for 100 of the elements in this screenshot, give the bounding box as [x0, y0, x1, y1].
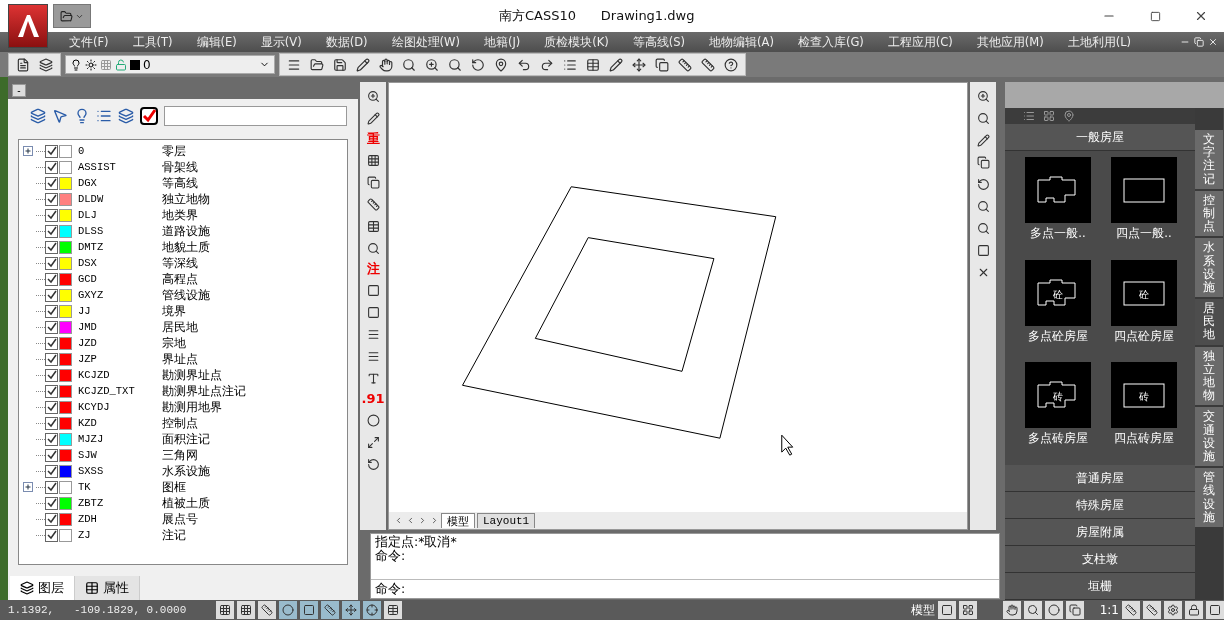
restore-icon[interactable] — [1194, 37, 1204, 47]
menu-item[interactable]: 工具(T) — [125, 34, 180, 50]
list-view-icon[interactable] — [1023, 110, 1035, 122]
menu-item[interactable]: 编辑(E) — [189, 34, 244, 50]
status-toggle[interactable] — [384, 601, 402, 619]
status-button[interactable] — [1143, 601, 1161, 619]
status-button[interactable] — [1206, 601, 1224, 619]
side-tab[interactable]: 居民地 — [1195, 299, 1223, 345]
layer-checkbox[interactable] — [45, 384, 58, 398]
menu-item[interactable]: 工程应用(C) — [880, 34, 960, 50]
layer-dropdown[interactable]: 0 — [65, 55, 275, 74]
annotation-scale-button[interactable]: 1:1 — [1099, 603, 1119, 617]
layer-checkbox[interactable] — [45, 256, 58, 270]
menu-item[interactable]: 显示(V) — [253, 34, 309, 50]
layout-button[interactable] — [958, 601, 977, 619]
navigation-button[interactable] — [1044, 601, 1063, 619]
layer-tool-button[interactable] — [118, 106, 134, 126]
building-thumbnail[interactable] — [1111, 157, 1177, 223]
layer-checkbox[interactable] — [45, 400, 58, 414]
menu-item[interactable]: 地物编辑(A) — [702, 34, 781, 50]
layer-checkbox[interactable] — [45, 240, 58, 254]
layer-checkbox[interactable] — [45, 272, 58, 286]
layer-checkbox[interactable] — [45, 512, 58, 526]
side-tab[interactable]: 文字注记 — [1195, 130, 1223, 189]
status-toggle[interactable] — [363, 601, 381, 619]
building-thumbnail[interactable] — [1025, 157, 1091, 223]
status-button[interactable] — [1185, 601, 1203, 619]
menu-item[interactable]: 土地利用(L) — [1060, 34, 1139, 50]
layer-checkbox[interactable] — [45, 432, 58, 446]
layer-checkbox[interactable] — [45, 464, 58, 478]
layer-checkbox[interactable] — [45, 368, 58, 382]
tool-button[interactable]: .91 — [361, 390, 385, 408]
menu-item[interactable]: 文件(F) — [62, 34, 116, 50]
grid-view-icon[interactable] — [1043, 110, 1055, 122]
layer-tool-button[interactable] — [74, 106, 90, 126]
building-thumbnail[interactable]: 砼 — [1025, 259, 1091, 326]
layout-button[interactable] — [937, 601, 956, 619]
status-toggle[interactable] — [258, 601, 276, 619]
side-tab[interactable]: 控制点 — [1195, 190, 1223, 237]
section-header[interactable]: 支柱墩 — [1005, 546, 1195, 573]
status-toggle[interactable] — [342, 601, 360, 619]
status-button[interactable] — [1122, 601, 1140, 619]
layer-checkbox[interactable] — [45, 288, 58, 302]
menu-item[interactable]: 数据(D) — [318, 34, 375, 50]
layer-checkbox[interactable] — [45, 192, 58, 206]
panel-tab[interactable]: 属性 — [75, 576, 140, 600]
layout-tab[interactable]: Layout1 — [477, 513, 536, 528]
menu-item[interactable]: 地籍(J) — [476, 34, 528, 50]
building-thumbnail[interactable]: 砖 — [1025, 362, 1091, 429]
panel-tab[interactable]: 图层 — [10, 576, 75, 600]
layer-checkbox[interactable] — [45, 352, 58, 366]
menu-item[interactable]: 其他应用(M) — [969, 34, 1051, 50]
layout-tab[interactable]: 模型 — [441, 513, 475, 528]
status-toggle[interactable] — [237, 601, 255, 619]
check-button[interactable] — [140, 106, 158, 126]
layer-checkbox[interactable] — [45, 448, 58, 462]
layer-checkbox[interactable] — [45, 416, 58, 430]
expand-icon[interactable] — [23, 482, 33, 492]
command-input[interactable]: 命令: — [371, 580, 999, 598]
layer-checkbox[interactable] — [45, 176, 58, 190]
layer-checkbox[interactable] — [45, 528, 58, 542]
menu-item[interactable]: 绘图处理(W) — [384, 34, 467, 50]
open-file-button[interactable] — [53, 4, 91, 28]
layer-tool-button[interactable] — [30, 106, 46, 126]
layer-checkbox[interactable] — [45, 144, 58, 158]
side-tab[interactable]: 管线设施 — [1195, 468, 1223, 527]
menu-item[interactable]: 等高线(S) — [625, 34, 693, 50]
layer-checkbox[interactable] — [45, 224, 58, 238]
search-field[interactable] — [164, 106, 347, 126]
section-header[interactable]: 房屋附属 — [1005, 519, 1195, 546]
layer-checkbox[interactable] — [45, 208, 58, 222]
tool-button[interactable]: 注 — [366, 260, 380, 278]
navigation-button[interactable] — [1023, 601, 1042, 619]
layer-checkbox[interactable] — [45, 320, 58, 334]
application-menu-button[interactable] — [8, 4, 48, 48]
menu-item[interactable]: 质检模块(K) — [537, 34, 616, 50]
status-toggle[interactable] — [216, 601, 234, 619]
side-tab[interactable]: 独立地物 — [1195, 346, 1223, 406]
layer-checkbox[interactable] — [45, 160, 58, 174]
close-icon[interactable] — [1208, 37, 1218, 47]
building-thumbnail[interactable]: 砖 — [1111, 362, 1177, 429]
navigation-button[interactable] — [1002, 601, 1021, 619]
status-toggle[interactable] — [279, 601, 297, 619]
pin-icon[interactable] — [1063, 110, 1075, 122]
side-tab[interactable]: 水系设施 — [1195, 238, 1223, 298]
expand-icon[interactable] — [23, 146, 33, 156]
model-space-button[interactable]: 模型 — [910, 601, 935, 619]
layer-checkbox[interactable] — [45, 496, 58, 510]
status-toggle[interactable] — [300, 601, 318, 619]
section-header[interactable]: 垣栅 — [1005, 573, 1195, 600]
status-toggle[interactable] — [321, 601, 339, 619]
menu-item[interactable]: 检查入库(G) — [790, 34, 871, 50]
status-button[interactable] — [1164, 601, 1182, 619]
section-header[interactable]: 特殊房屋 — [1005, 492, 1195, 519]
collapse-button[interactable]: - — [12, 83, 26, 97]
section-header[interactable]: 普通房屋 — [1005, 465, 1195, 492]
building-thumbnail[interactable]: 砼 — [1111, 259, 1177, 326]
navigation-button[interactable] — [1065, 601, 1084, 619]
tool-button[interactable]: 重 — [366, 130, 380, 148]
layer-checkbox[interactable] — [45, 336, 58, 350]
